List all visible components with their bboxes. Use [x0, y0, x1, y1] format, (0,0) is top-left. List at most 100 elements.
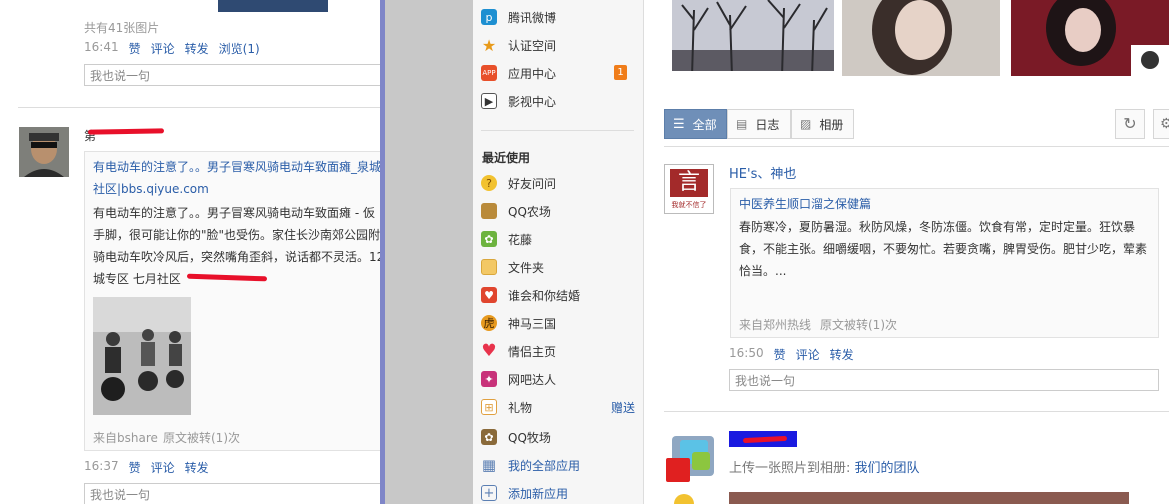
tab-blog[interactable]: ▤ 日志 — [727, 109, 791, 139]
menu-item-my-apps[interactable]: ▦ 我的全部应用 — [481, 454, 635, 476]
heart-box-icon: ♥ — [481, 287, 497, 303]
photo-trees[interactable] — [672, 0, 834, 76]
grid-icon: ▦ — [481, 456, 497, 474]
avatar[interactable] — [666, 436, 714, 482]
app-sidebar: p 腾讯微博 ★ 认证空间 APP 应用中心 1 ▶ 影视中心 最近使用 ? 好… — [473, 0, 644, 504]
right-feed-column: ☰ 全部 ▤ 日志 ▨ 相册 ↻ ⚙ 言 我就不信了 HE's、神也 中医养生顺… — [644, 0, 1169, 504]
menu-item-certified-space[interactable]: ★ 认证空间 — [481, 34, 635, 56]
menu-item-label: QQ农场 — [508, 204, 551, 219]
gift-send-link[interactable]: 赠送 — [611, 399, 635, 416]
forward-link[interactable]: 转发 — [185, 459, 209, 476]
tencent-weibo-icon: p — [481, 9, 497, 25]
album-photo-thumbnail[interactable] — [218, 0, 328, 12]
post-time: 16:37 — [84, 459, 119, 473]
feed-separator — [664, 146, 1169, 147]
forward-link[interactable]: 转发 — [185, 40, 209, 57]
share-text-line-4: 城专区 七月社区 — [93, 272, 181, 286]
menu-item-film-center[interactable]: ▶ 影视中心 — [481, 90, 635, 112]
menu-item-couple-home[interactable]: ♥ 情侣主页 — [481, 340, 635, 362]
tab-label: 全部 — [692, 117, 717, 132]
comment-link[interactable]: 评论 — [151, 459, 175, 476]
heart-icon: ♥ — [481, 341, 497, 361]
menu-item-label: 添加新应用 — [508, 486, 569, 501]
menu-item-label: 应用中心 — [508, 66, 557, 81]
photo-border — [672, 71, 834, 76]
avatar-glyph: 言 — [670, 169, 708, 197]
ranch-icon: ✿ — [481, 429, 497, 445]
star-icon: ★ — [481, 35, 497, 55]
redaction-mark — [742, 435, 788, 444]
post-action-bar: 16:50 赞 评论 转发 — [729, 346, 854, 363]
girl-photo-image — [842, 0, 1000, 76]
menu-item-qq-ranch[interactable]: ✿ QQ牧场 — [481, 426, 635, 448]
menu-item-friend-questions[interactable]: ? 好友问问 — [481, 172, 635, 194]
repost-count[interactable]: 原文被转(1)次 — [163, 429, 240, 446]
flower-vine-icon: ✿ — [481, 231, 497, 247]
news-photo-image — [93, 297, 191, 415]
menu-item-add-app[interactable]: + 添加新应用 — [481, 482, 635, 504]
menu-item-app-center[interactable]: APP 应用中心 1 — [481, 62, 635, 84]
shared-article-card: 中医养生顺口溜之保健篇 春防寒冷，夏防暑湿。秋防风燥，冬防冻僵。饮食有常，定时定… — [730, 188, 1159, 338]
red-photo-image — [1011, 0, 1169, 76]
author-name[interactable]: HE's、神也 — [729, 163, 796, 182]
menu-item-label: 谁会和你结婚 — [508, 288, 581, 303]
menu-item-three-kingdoms[interactable]: 虎 神马三国 — [481, 312, 635, 334]
menu-item-qq-farm[interactable]: QQ农场 — [481, 200, 635, 222]
article-title[interactable]: 中医养生顺口溜之保健篇 — [739, 195, 871, 212]
settings-button[interactable]: ⚙ — [1153, 109, 1169, 139]
uploaded-photo-preview[interactable] — [729, 492, 1129, 504]
left-feed-column: 共有41张图片 16:41 赞 评论 转发 浏览(1) 我也说一句 第 有电动车… — [0, 0, 380, 504]
comment-input[interactable]: 我也说一句 — [729, 369, 1159, 391]
refresh-button[interactable]: ↻ — [1115, 109, 1145, 139]
menu-item-flower-vine[interactable]: ✿ 花藤 — [481, 228, 635, 250]
menu-item-label: 影视中心 — [508, 94, 557, 109]
post1-action-bar: 16:41 赞 评论 转发 浏览(1) — [84, 40, 260, 57]
share-text: 有电动车的注意了。。男子冒寒风骑电动车致面瘫 - 仮 — [93, 206, 375, 220]
share-from: 来自bshare — [93, 431, 158, 445]
avatar[interactable]: 言 我就不信了 — [664, 164, 714, 214]
menu-item-label: 网吧达人 — [508, 372, 557, 387]
like-link[interactable]: 赞 — [129, 40, 141, 57]
menu-item-who-marries-you[interactable]: ♥ 谁会和你结婚 — [481, 284, 635, 306]
share-title[interactable]: 有电动车的注意了。。男子冒寒风骑电动车致面瘫_泉城 — [93, 158, 380, 175]
menu-separator — [481, 130, 634, 131]
emoji-icon — [674, 494, 694, 504]
comment-input[interactable]: 我也说一句 — [84, 483, 380, 504]
list-icon: ☰ — [673, 116, 685, 132]
redacted-name[interactable] — [729, 431, 797, 447]
recent-heading: 最近使用 — [482, 151, 531, 165]
comment-link[interactable]: 评论 — [796, 346, 820, 363]
menu-item-label: 好友问问 — [508, 176, 557, 191]
blog-icon: ▤ — [736, 117, 748, 131]
menu-item-label: 文件夹 — [508, 260, 545, 275]
article-text-line-2: 食，不能主张。细嚼缓咽，不要匆忙。若要贪嘴，脾胃受伤。肥甘少吃，荤素 — [739, 242, 1148, 256]
tab-all[interactable]: ☰ 全部 — [664, 109, 727, 139]
tiger-icon: 虎 — [481, 315, 497, 331]
gear-icon: ⚙ — [1160, 116, 1169, 132]
tab-album[interactable]: ▨ 相册 — [791, 109, 854, 139]
menu-item-folder[interactable]: 文件夹 — [481, 256, 635, 278]
album-link[interactable]: 我们的团队 — [855, 461, 920, 476]
post2-action-bar: 16:37 赞 评论 转发 — [84, 459, 209, 476]
views-link[interactable]: 浏览(1) — [219, 40, 260, 57]
colored-squares-image — [666, 436, 714, 482]
repost-count[interactable]: 原文被转(1)次 — [820, 316, 897, 333]
menu-item-gifts[interactable]: ⊞ 礼物 赠送 — [481, 396, 635, 418]
photo-count: 共有41张图片 — [84, 21, 160, 35]
forward-link[interactable]: 转发 — [830, 346, 854, 363]
comment-input[interactable]: 我也说一句 — [84, 64, 380, 86]
menu-item-label: 认证空间 — [508, 38, 557, 53]
news-photo[interactable] — [93, 297, 191, 415]
comment-link[interactable]: 评论 — [151, 40, 175, 57]
feed-separator — [18, 107, 380, 108]
like-link[interactable]: 赞 — [774, 346, 786, 363]
gift-bag-icon: ✦ — [481, 371, 497, 387]
share-source[interactable]: 社区|bbs.qiyue.com — [93, 180, 209, 197]
menu-item-netcafe-expert[interactable]: ✦ 网吧达人 — [481, 368, 635, 390]
photo-girl[interactable] — [842, 0, 1000, 76]
like-link[interactable]: 赞 — [129, 459, 141, 476]
photo-red[interactable] — [1011, 0, 1169, 76]
menu-item-tencent-weibo[interactable]: p 腾讯微博 — [481, 6, 635, 28]
avatar[interactable] — [19, 127, 69, 177]
film-icon: ▶ — [481, 93, 497, 109]
